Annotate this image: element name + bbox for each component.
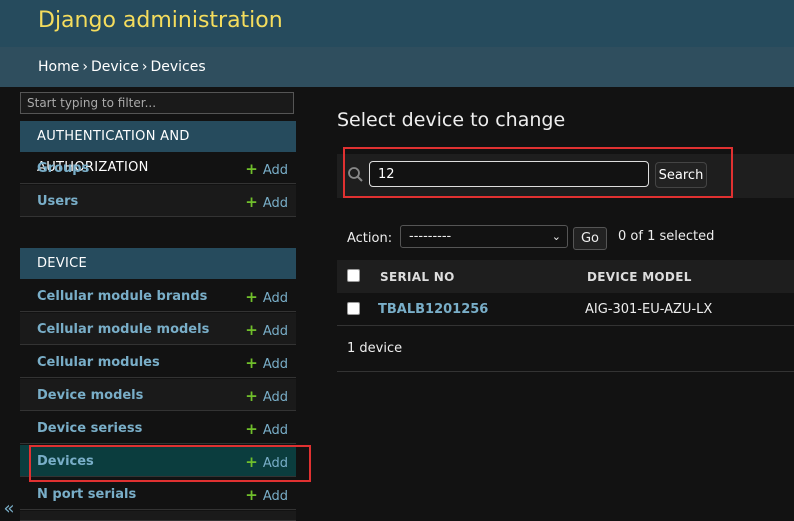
column-header-serial-no[interactable]: SERIAL NO [380, 270, 455, 284]
sidebar-item-label[interactable]: Cellular module brands [37, 289, 207, 304]
table-header: SERIAL NO DEVICE MODEL [337, 260, 794, 293]
sidebar-item-label[interactable]: Device seriess [37, 421, 142, 436]
add-link[interactable]: + Add [245, 288, 288, 306]
breadcrumb: Home › Device › Devices [0, 47, 794, 87]
column-header-device-model[interactable]: DEVICE MODEL [587, 270, 692, 284]
plus-icon: + [245, 288, 258, 306]
add-link[interactable]: + Add [245, 387, 288, 405]
serial-link[interactable]: TBALB1201256 [378, 302, 488, 317]
sidebar-item-label[interactable]: Cellular module models [37, 322, 209, 337]
breadcrumb-separator: › [82, 59, 88, 75]
toggle-nav-sidebar-button[interactable]: « [0, 497, 18, 521]
paginator: 1 device [337, 325, 794, 372]
sidebar-item-label[interactable]: Users [37, 194, 78, 209]
sidebar-item-cellular-module-models: Cellular module models + Add [20, 313, 296, 345]
highlight-box [343, 147, 733, 198]
sidebar-item-cellular-modules: Cellular modules + Add [20, 346, 296, 378]
chevron-down-icon: ⌄ [551, 230, 561, 243]
sidebar-item-label[interactable]: Groups [37, 161, 89, 176]
row-checkbox[interactable] [347, 302, 360, 315]
add-link[interactable]: + Add [245, 160, 288, 178]
breadcrumb-home[interactable]: Home [38, 59, 79, 75]
module-caption-device[interactable]: DEVICE [20, 248, 296, 279]
add-link[interactable]: + Add [245, 420, 288, 438]
sidebar-item-groups: Groups + Add [20, 152, 296, 184]
actions-bar: Action: --------- ⌄ Go 0 of 1 selected [337, 223, 794, 253]
sidebar-item-label[interactable]: N port serials [37, 487, 136, 502]
module-caption-auth[interactable]: AUTHENTICATION AND AUTHORIZATION [20, 121, 296, 175]
page-title: Select device to change [337, 109, 566, 131]
selection-counter: 0 of 1 selected [618, 229, 715, 244]
plus-icon: + [245, 193, 258, 211]
plus-icon: + [245, 321, 258, 339]
device-model-cell: AIG-301-EU-AZU-LX [585, 302, 713, 317]
action-label: Action: [347, 231, 393, 246]
plus-icon: + [245, 354, 258, 372]
plus-icon: + [245, 420, 258, 438]
plus-icon: + [245, 387, 258, 405]
sidebar-item-n-port-serials: N port serials + Add [20, 478, 296, 510]
header: Django administration [0, 0, 794, 47]
highlight-box [29, 445, 311, 482]
add-link[interactable]: + Add [245, 321, 288, 339]
select-all-checkbox[interactable] [347, 269, 360, 282]
site-title[interactable]: Django administration [38, 8, 283, 33]
sidebar-item-device-seriess: Device seriess + Add [20, 412, 296, 444]
sidebar-item-cellular-module-brands: Cellular module brands + Add [20, 280, 296, 312]
breadcrumb-separator: › [141, 59, 148, 75]
table-row: TBALB1201256 AIG-301-EU-AZU-LX [337, 293, 794, 326]
sidebar-item-label[interactable]: Device models [37, 388, 143, 403]
action-select[interactable]: --------- ⌄ [400, 225, 568, 248]
sidebar-item-label[interactable]: Cellular modules [37, 355, 160, 370]
plus-icon: + [245, 486, 258, 504]
sidebar-item-partial [20, 511, 296, 521]
add-link[interactable]: + Add [245, 354, 288, 372]
breadcrumb-device[interactable]: Device [91, 59, 139, 75]
nav-filter-input[interactable]: Start typing to filter... [20, 92, 294, 114]
breadcrumb-devices: Devices [150, 59, 206, 75]
go-button[interactable]: Go [573, 227, 607, 250]
result-count: 1 device [347, 341, 403, 356]
sidebar-item-device-models: Device models + Add [20, 379, 296, 411]
plus-icon: + [245, 160, 258, 178]
add-link[interactable]: + Add [245, 486, 288, 504]
sidebar-item-users: Users + Add [20, 185, 296, 217]
add-link[interactable]: + Add [245, 193, 288, 211]
